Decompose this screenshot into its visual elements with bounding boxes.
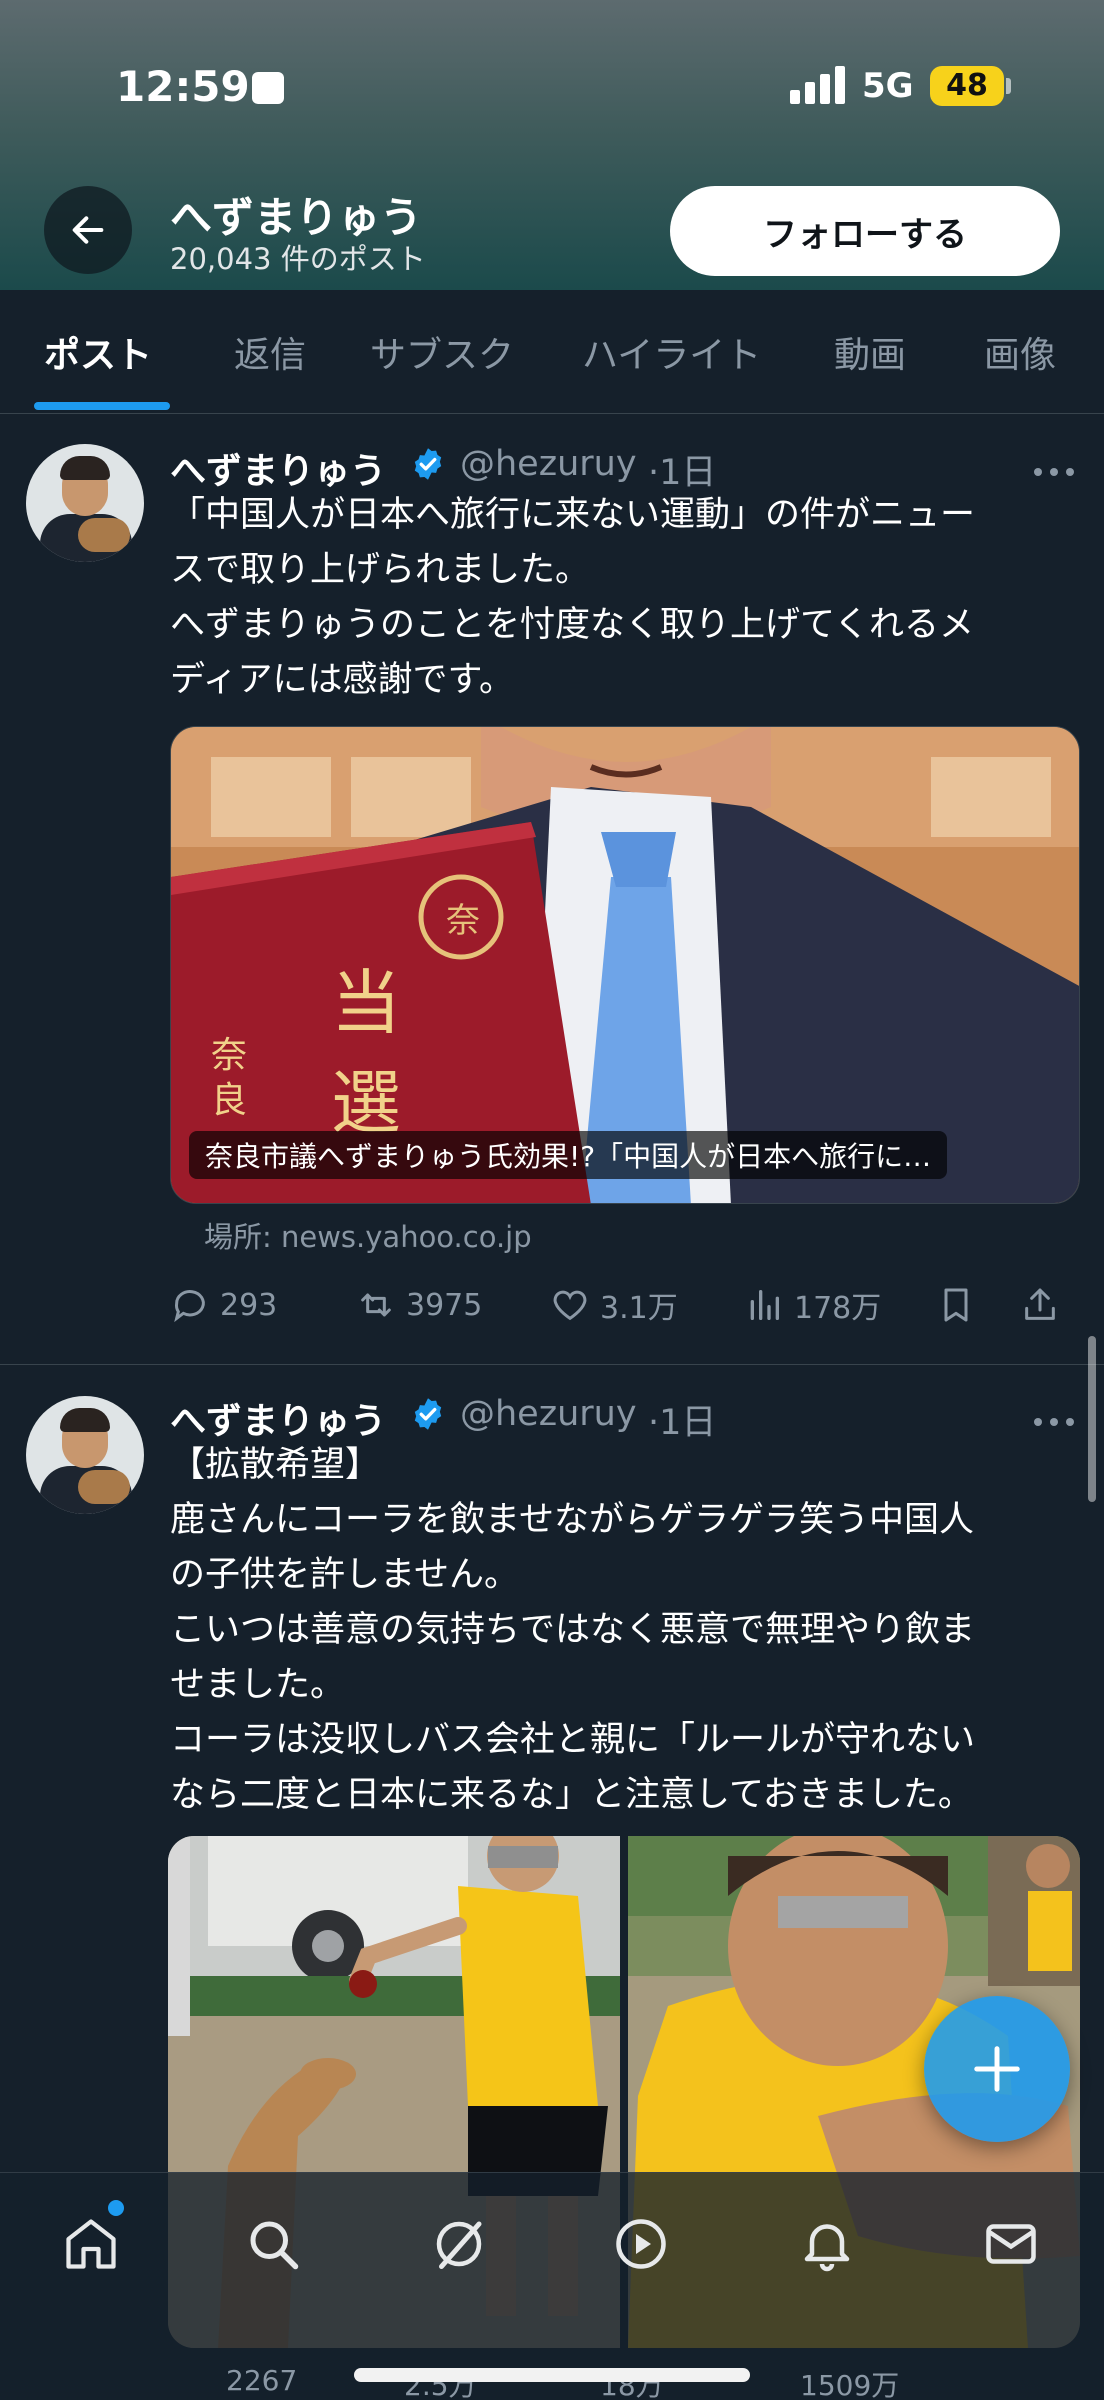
plus-icon <box>974 2046 1020 2092</box>
arrow-left-icon <box>72 216 104 244</box>
mail-icon <box>986 2224 1036 2264</box>
nav-grok[interactable] <box>424 2209 494 2279</box>
post-text-line: 鹿さんにコーラを飲ませながらゲラゲラ笑う中国人 <box>170 1500 974 1540</box>
post-text-line: へずまりゅうのことを忖度なく取り上げてくれるメ <box>170 605 974 645</box>
signal-icon <box>790 66 846 104</box>
nav-home[interactable] <box>56 2209 126 2279</box>
follow-button[interactable]: フォローする <box>670 186 1060 276</box>
reply-button[interactable]: 293 <box>170 1280 277 1330</box>
post-text-line: ディアには感謝です。 <box>170 660 515 700</box>
grok-icon <box>436 2221 482 2269</box>
back-button[interactable] <box>44 186 132 274</box>
tab-highlights[interactable]: ハイライト <box>582 326 761 378</box>
repost-button[interactable]: 3975 <box>356 1280 482 1330</box>
profile-header-banner: 12:59 5G 48 へずまりゅう 20,043 件のポスト フォローする <box>0 0 1104 290</box>
post-1[interactable]: へずまりゅう @hezuruy ·1日 「中国人が日本へ旅行に来ない運動」の件が… <box>0 414 1104 1364</box>
nav-videos[interactable] <box>606 2209 676 2279</box>
views-count: 178万 <box>794 1291 882 1326</box>
like-count: 3.1万 <box>600 1291 678 1326</box>
battery-tip <box>1006 78 1011 94</box>
reply-icon <box>174 1290 205 1323</box>
tab-posts[interactable]: ポスト <box>44 326 152 378</box>
views-count: 1509万 <box>800 2369 900 2400</box>
nav-notifications[interactable] <box>792 2209 862 2279</box>
post-text-line: 【拡散希望】 <box>170 1445 381 1485</box>
network-label: 5G <box>862 66 914 106</box>
scrollbar[interactable] <box>1088 1336 1096 1502</box>
post-text: 【拡散希望】 鹿さんにコーラを飲ませながらゲラゲラ笑う中国人 の子供を許しません… <box>170 1438 1070 1823</box>
post-handle[interactable]: @hezuruy <box>460 444 637 484</box>
post-divider <box>0 1364 1104 1365</box>
avatar[interactable] <box>26 1396 144 1514</box>
like-button[interactable]: 3.1万 <box>550 1280 678 1330</box>
post-text-line: スで取り上げられました。 <box>170 550 591 590</box>
views-button[interactable]: 178万 <box>744 1280 881 1330</box>
active-tab-indicator <box>34 402 170 410</box>
more-options-icon[interactable] <box>1034 1412 1078 1432</box>
profile-tabs: ポスト 返信 サブスク ハイライト 動画 画像 <box>0 290 1104 414</box>
post-text-line: こいつは善意の気持ちではなく悪意で無理やり飲ま <box>170 1610 976 1650</box>
share-button[interactable] <box>1020 1280 1060 1330</box>
tab-subscriptions[interactable]: サブスク <box>370 326 514 378</box>
bookmark-button[interactable] <box>936 1280 976 1330</box>
home-indicator[interactable] <box>354 2368 750 2382</box>
avatar[interactable] <box>26 444 144 562</box>
post-text: 「中国人が日本へ旅行に来ない運動」の件がニュー スで取り上げられました。 へずま… <box>170 488 1070 708</box>
post-text-line: コーラは没収しバス会社と親に「ルールが守れない <box>170 1720 976 1760</box>
post-handle[interactable]: @hezuruy <box>460 1394 637 1434</box>
tab-replies[interactable]: 返信 <box>234 326 306 378</box>
compose-post-button[interactable] <box>924 1996 1070 2142</box>
verified-badge-icon <box>414 448 442 480</box>
home-notification-dot <box>108 2200 124 2216</box>
nav-search[interactable] <box>238 2209 308 2279</box>
verified-badge-icon <box>414 1398 442 1430</box>
card-source[interactable]: 場所: news.yahoo.co.jp <box>204 1214 532 1256</box>
tab-media[interactable]: 画像 <box>984 326 1056 378</box>
repost-icon <box>361 1293 391 1317</box>
certificate-text-3: 奈 <box>211 1035 247 1076</box>
status-bar: 12:59 5G 48 <box>0 0 1104 180</box>
heart-icon <box>553 1290 587 1321</box>
reply-count: 2267 <box>226 2364 298 2397</box>
share-icon <box>1025 1288 1055 1320</box>
stop-icon <box>252 72 284 104</box>
views-chart-icon <box>750 1290 779 1320</box>
nav-messages[interactable] <box>976 2209 1046 2279</box>
post-author-name[interactable]: へずまりゅう <box>170 1392 386 1444</box>
post-text-line: の子供を許しません。 <box>170 1555 519 1595</box>
svg-text:奈: 奈 <box>446 901 480 941</box>
link-card-image[interactable]: 奈 当 選 奈 良 奈良市議へずまりゅう氏効果!?「中国人が日本へ旅行に… <box>170 726 1080 1204</box>
post-actions: 293 3975 3.1万 178万 <box>170 1280 1070 1330</box>
post-text-line: なら二度と日本に来るな」と注意しておきました。 <box>170 1775 973 1815</box>
post-text-line: 「中国人が日本へ旅行に来ない運動」の件がニュー <box>170 495 976 535</box>
post-author-name[interactable]: へずまりゅう <box>170 442 386 494</box>
post-text-line: せました。 <box>170 1665 346 1705</box>
status-time: 12:59 <box>116 62 250 111</box>
bell-icon <box>804 2224 850 2272</box>
tab-videos[interactable]: 動画 <box>834 326 906 378</box>
search-icon <box>250 2221 299 2270</box>
post-count: 20,043 件のポスト <box>170 242 426 276</box>
bookmark-icon <box>944 1288 968 1322</box>
play-icon <box>616 2219 666 2269</box>
reply-count: 293 <box>220 1287 278 1323</box>
battery-icon: 48 <box>930 66 1004 106</box>
card-caption: 奈良市議へずまりゅう氏効果!?「中国人が日本へ旅行に… <box>189 1131 948 1179</box>
home-icon <box>66 2219 116 2269</box>
repost-count: 3975 <box>406 1287 483 1323</box>
certificate-text-1: 当 <box>331 962 401 1044</box>
certificate-text-4: 良 <box>211 1080 247 1121</box>
more-options-icon[interactable] <box>1034 462 1078 482</box>
